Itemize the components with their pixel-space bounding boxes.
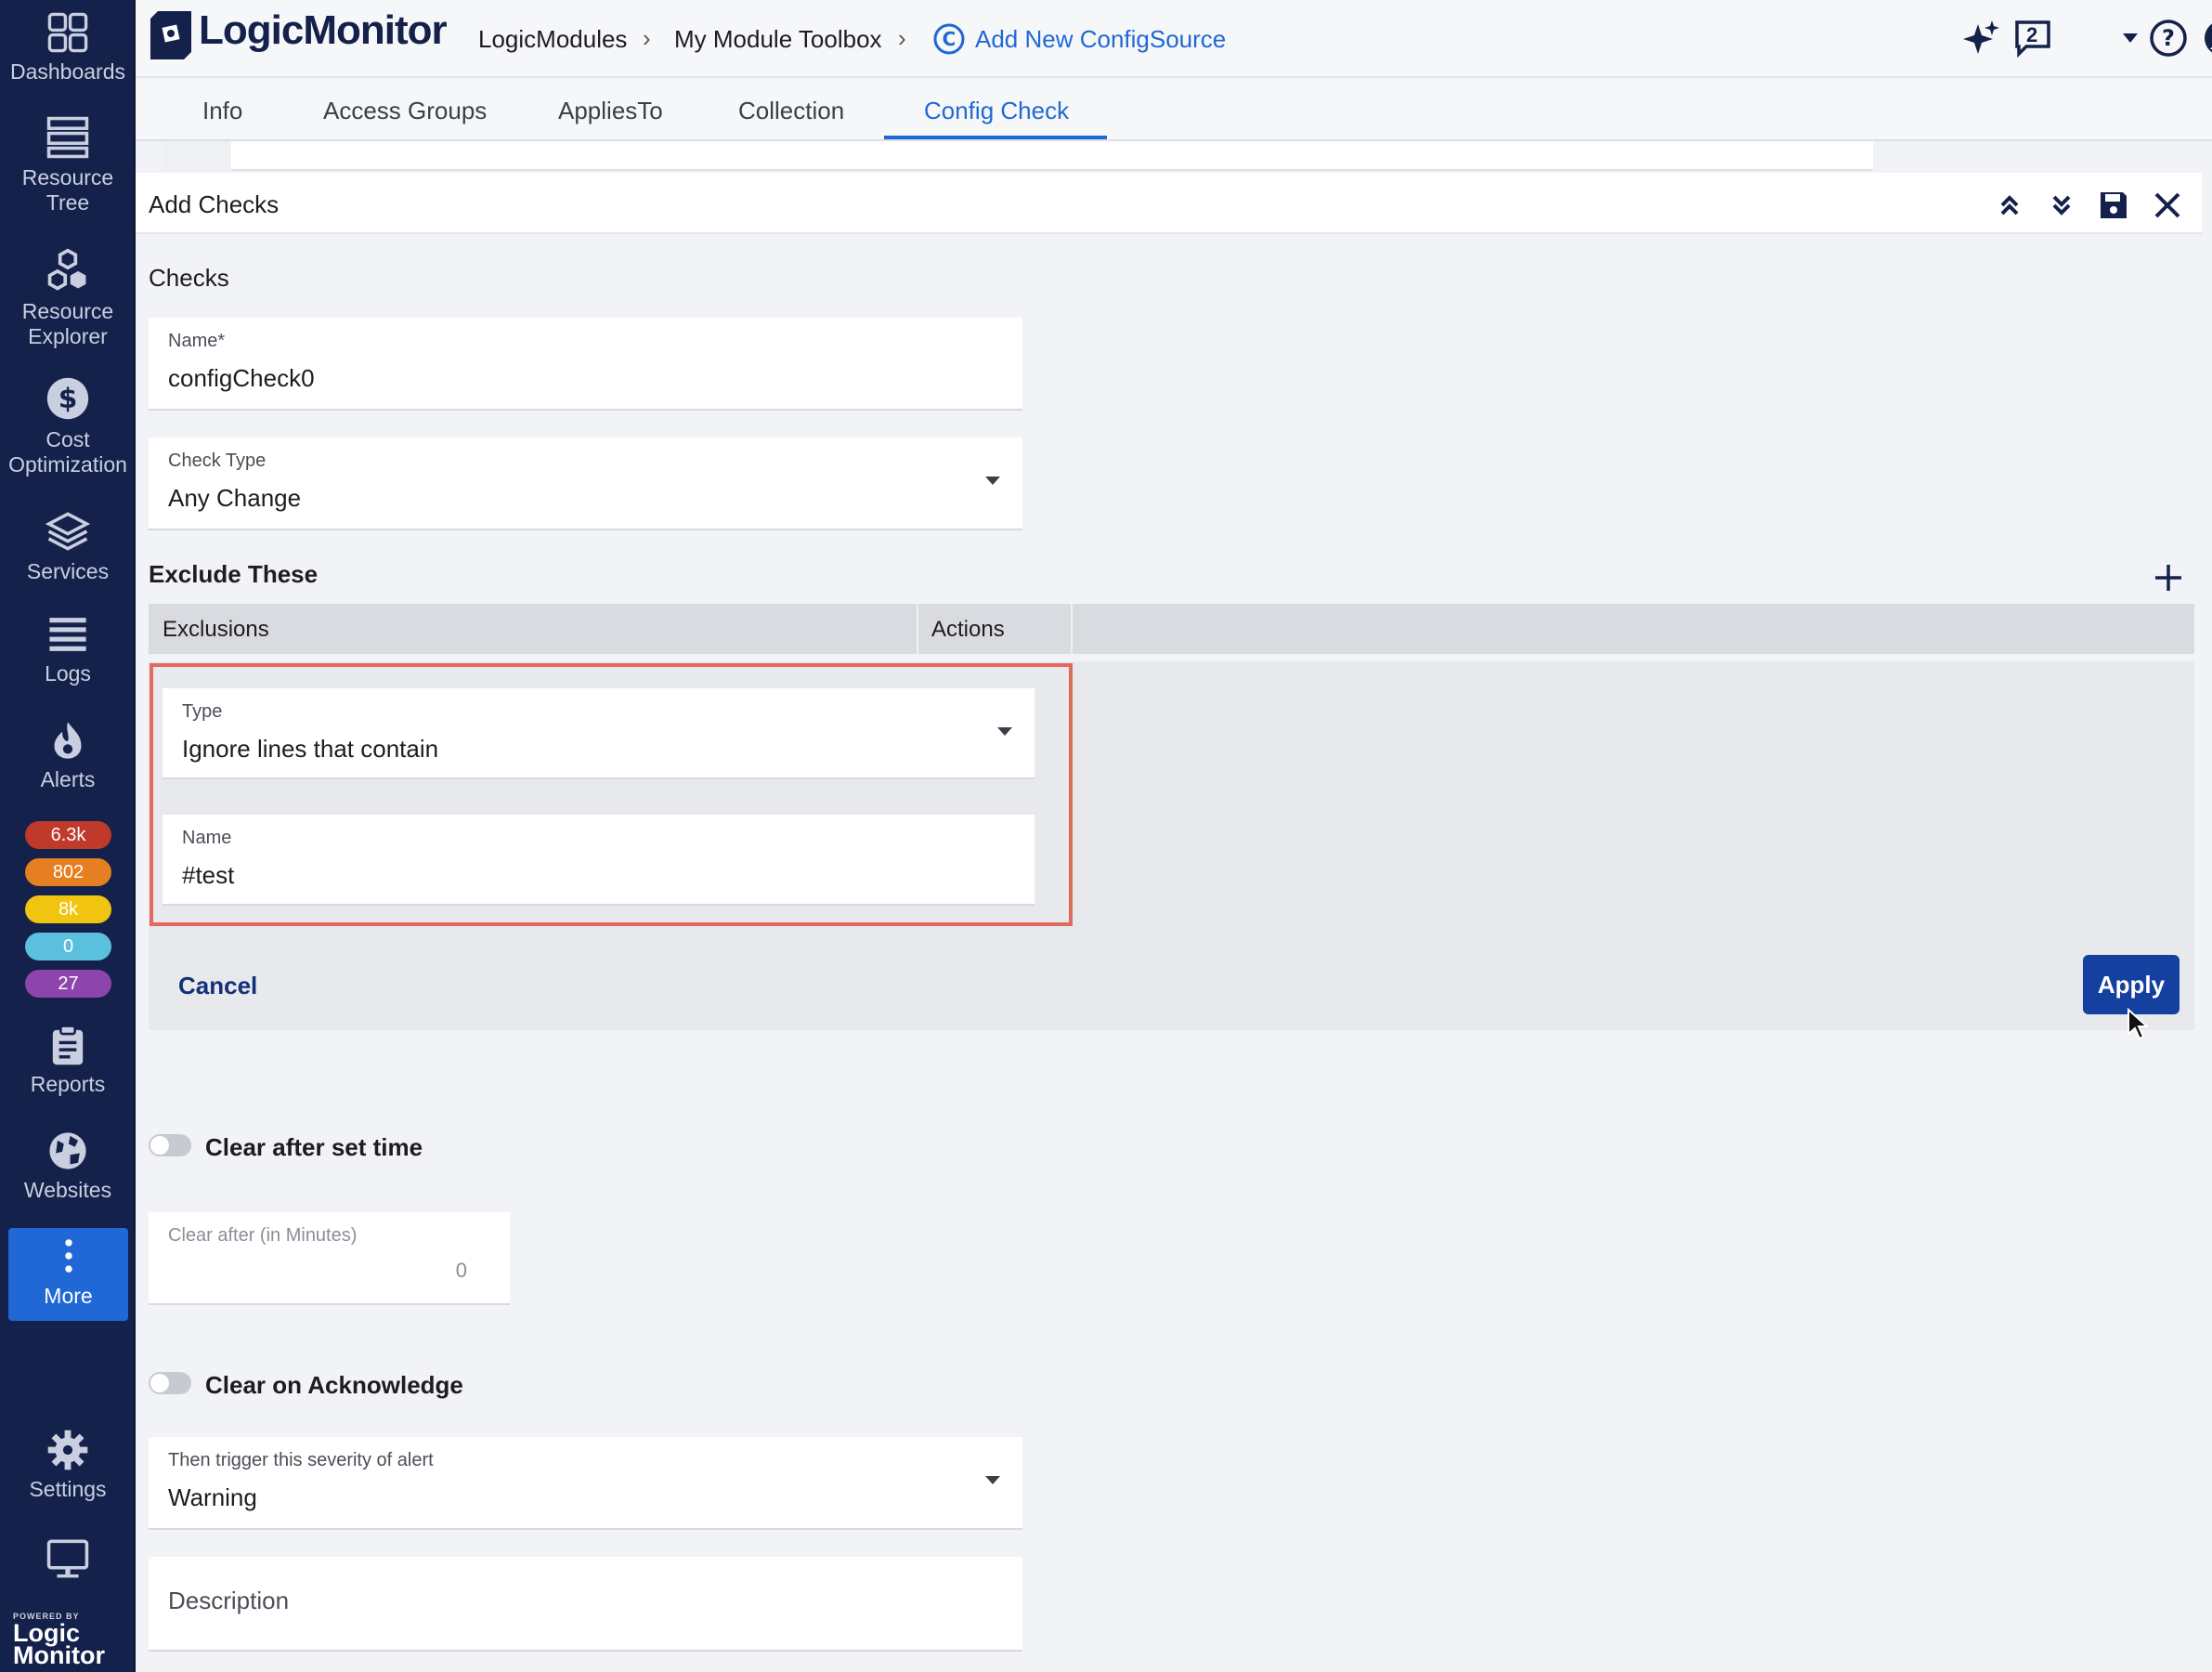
- sidebar-item-label: More: [44, 1284, 93, 1308]
- panel-title: Add Checks: [149, 190, 280, 218]
- sidebar-item-label: Resource Explorer: [21, 299, 114, 348]
- clear-on-acknowledge-label: Clear on Acknowledge: [205, 1371, 463, 1399]
- clear-on-acknowledge-toggle[interactable]: [149, 1372, 191, 1394]
- chevrons-up-icon[interactable]: [1993, 189, 2026, 222]
- clear-after-set-time-toggle[interactable]: [149, 1134, 191, 1156]
- name-field[interactable]: Name* configCheck0: [149, 318, 1022, 411]
- user-avatar-icon[interactable]: [2203, 19, 2212, 58]
- sparkle-ai-icon[interactable]: [1961, 19, 2000, 58]
- chevron-right-icon: ›: [898, 24, 906, 52]
- sidebar-item-websites[interactable]: Websites: [0, 1130, 136, 1203]
- sidebar-item-label: Websites: [23, 1178, 112, 1202]
- check-type-select[interactable]: Check Type Any Change: [149, 438, 1022, 530]
- sidebar-item-services[interactable]: Services: [0, 509, 136, 584]
- cancel-button[interactable]: Cancel: [178, 972, 257, 1000]
- dashboards-icon: [47, 12, 88, 53]
- svg-text:?: ?: [2162, 25, 2175, 51]
- sidebar-item-label: Settings: [29, 1477, 107, 1501]
- svg-text:C: C: [943, 28, 956, 50]
- sidebar-item-resource-explorer[interactable]: Resource Explorer: [0, 247, 136, 349]
- dropdown-caret-icon: [985, 477, 1000, 485]
- add-checks-panel-header: Add Checks: [136, 173, 2202, 234]
- add-exclusion-plus-icon[interactable]: [2152, 561, 2185, 594]
- resource-explorer-icon: [47, 248, 86, 291]
- sidebar-item-dashboards[interactable]: Dashboards: [0, 11, 136, 85]
- sidebar-item-logs[interactable]: Logs: [0, 613, 136, 686]
- tab-appliesto[interactable]: AppliesTo: [558, 97, 663, 125]
- clear-after-minutes-field[interactable]: Clear after (in Minutes) 0: [149, 1212, 510, 1305]
- tab-info[interactable]: Info: [202, 97, 242, 125]
- alert-count-other[interactable]: 27: [25, 970, 111, 998]
- breadcrumb-logicmodules[interactable]: LogicModules: [478, 25, 627, 54]
- tab-bar: Info Access Groups AppliesTo Collection …: [136, 80, 2212, 141]
- sidebar-item-cost-optimization[interactable]: $ Cost Optimization: [0, 375, 136, 477]
- exclusions-table-header: Exclusions Actions: [149, 604, 2194, 654]
- breadcrumb-current: Add New ConfigSource: [975, 25, 1227, 53]
- clipboard-icon: [52, 1025, 84, 1065]
- sidebar-item-label: Dashboards: [9, 59, 126, 84]
- breadcrumb-my-module-toolbox[interactable]: My Module Toolbox: [674, 25, 882, 54]
- alert-count-info[interactable]: 0: [25, 933, 111, 960]
- chevrons-down-icon[interactable]: [2045, 189, 2078, 222]
- sidebar-item-reports[interactable]: Reports: [0, 1024, 136, 1097]
- chevron-down-icon[interactable]: [2123, 33, 2138, 43]
- sidebar-item-label: Reports: [30, 1072, 106, 1096]
- gear-icon: [47, 1430, 88, 1470]
- close-icon[interactable]: [2151, 189, 2184, 222]
- apply-button[interactable]: Apply: [2083, 955, 2179, 1014]
- dropdown-caret-icon: [997, 727, 1012, 736]
- tab-access-groups[interactable]: Access Groups: [323, 97, 487, 125]
- clear-after-set-time-label: Clear after set time: [205, 1133, 423, 1161]
- mouse-cursor-icon: [2127, 1008, 2149, 1040]
- column-exclusions: Exclusions: [163, 617, 269, 642]
- sidebar-item-resource-tree[interactable]: Resource Tree: [0, 115, 136, 216]
- description-textarea[interactable]: Description: [149, 1557, 1022, 1652]
- alert-count-error[interactable]: 802: [25, 858, 111, 886]
- exclude-these-label: Exclude These: [149, 560, 319, 588]
- column-actions: Actions: [931, 617, 1005, 642]
- logo-text[interactable]: LogicMonitor: [199, 7, 448, 54]
- top-header: LogicMonitor LogicModules › My Module To…: [136, 0, 2212, 78]
- tab-config-check[interactable]: Config Check: [924, 97, 1069, 125]
- save-icon[interactable]: [2097, 189, 2130, 222]
- sidebar-item-monitor[interactable]: [0, 1536, 136, 1587]
- sidebar-item-label: Cost Optimization: [8, 427, 127, 477]
- sidebar-item-label: Logs: [45, 661, 91, 686]
- active-tab-indicator: [884, 136, 1107, 139]
- chevron-right-icon: ›: [643, 24, 651, 52]
- flame-icon: [54, 722, 82, 759]
- help-icon[interactable]: ?: [2149, 19, 2188, 58]
- brand-logo: POWERED BY Logic Monitor: [13, 1612, 105, 1669]
- configsource-c-icon: C: [933, 23, 965, 55]
- globe-icon: [49, 1132, 86, 1169]
- previous-textarea[interactable]: [163, 141, 1873, 171]
- sidebar-item-label: Alerts: [40, 767, 96, 791]
- checks-section-label: Checks: [149, 264, 229, 292]
- exclusion-name-field[interactable]: Name #test: [163, 815, 1034, 906]
- severity-select[interactable]: Then trigger this severity of alert Warn…: [149, 1437, 1022, 1530]
- sidebar-nav: Dashboards Resource Tree Resource Explorer…: [0, 0, 136, 1672]
- sidebar-item-alerts[interactable]: Alerts: [0, 719, 136, 792]
- svg-text:$: $: [59, 383, 78, 414]
- dollar-icon: $: [46, 377, 89, 420]
- resource-tree-icon: [46, 116, 89, 159]
- monitor-icon: [46, 1539, 89, 1578]
- sidebar-item-settings[interactable]: Settings: [0, 1429, 136, 1502]
- dropdown-caret-icon: [985, 1476, 1000, 1484]
- notification-count: 2: [2026, 23, 2038, 46]
- more-vertical-icon: [64, 1239, 72, 1273]
- alert-count-warning[interactable]: 8k: [25, 895, 111, 923]
- sidebar-item-label: Resource Tree: [21, 165, 114, 215]
- alert-count-critical[interactable]: 6.3k: [25, 821, 111, 849]
- tab-collection[interactable]: Collection: [738, 97, 844, 125]
- exclusion-type-select[interactable]: Type Ignore lines that contain: [163, 688, 1034, 779]
- sidebar-item-more[interactable]: More: [8, 1228, 128, 1321]
- layers-icon: [46, 512, 90, 551]
- logicmonitor-logo-icon[interactable]: [149, 7, 193, 61]
- logs-icon: [49, 618, 86, 651]
- sidebar-item-label: Services: [26, 559, 110, 583]
